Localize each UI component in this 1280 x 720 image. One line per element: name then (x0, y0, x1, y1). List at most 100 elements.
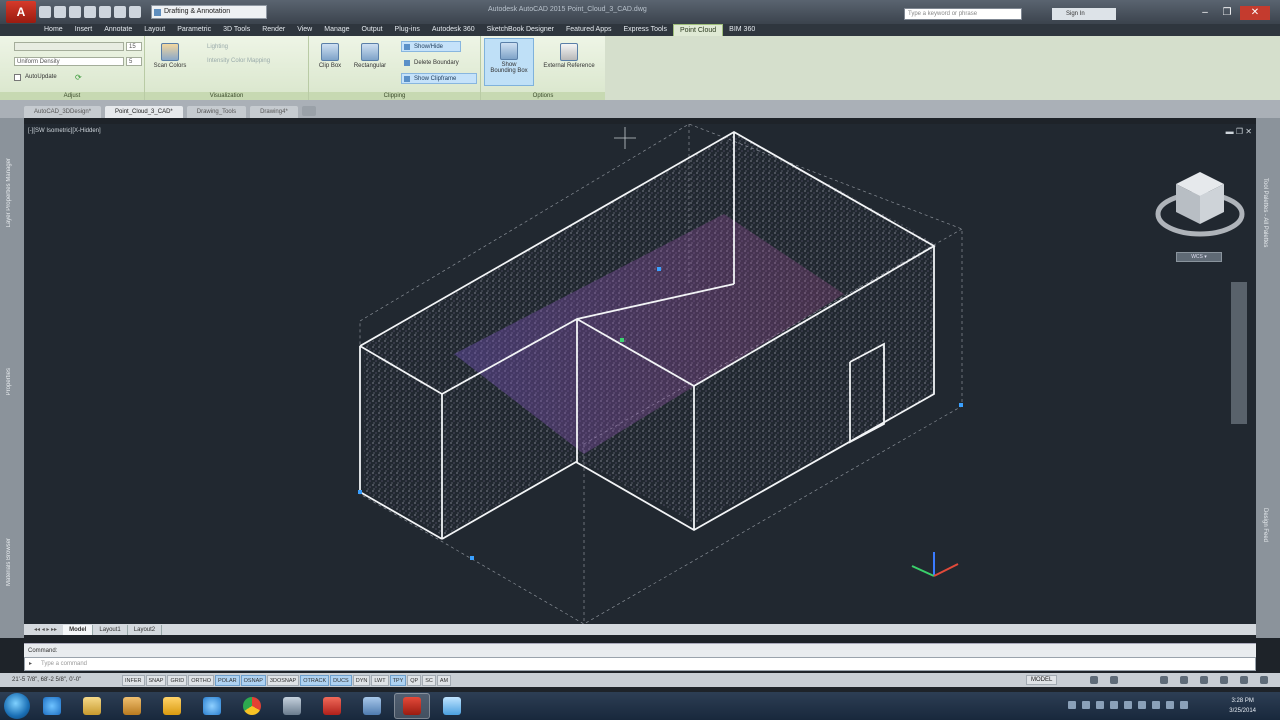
autoupdate-checkbox[interactable] (14, 74, 21, 81)
undo-icon[interactable] (114, 6, 126, 18)
file-tab[interactable]: Point_Cloud_3_CAD* (105, 106, 183, 118)
density-value[interactable]: 15 (126, 42, 142, 51)
command-input[interactable]: Type a command (24, 657, 1256, 671)
ribbon-tab-render[interactable]: Render (256, 24, 291, 36)
wcs-menu-button[interactable]: WCS ▾ (1176, 252, 1222, 262)
viewcube-icon[interactable] (1155, 172, 1245, 237)
ribbon-tab-sketchbook-designer[interactable]: SketchBook Designer (481, 24, 560, 36)
taskbar-clock[interactable]: 3:28 PM 3/25/2014 (1229, 696, 1256, 716)
status-toggle-snap[interactable]: SNAP (145, 674, 167, 686)
ribbon-tab-annotate[interactable]: Annotate (98, 24, 138, 36)
maximize-icon[interactable]: ❐ (1218, 6, 1236, 20)
tray-icon[interactable] (1082, 701, 1090, 709)
plot-icon[interactable] (99, 6, 111, 18)
customization-icon[interactable] (1260, 676, 1268, 684)
tray-icon[interactable] (1152, 701, 1160, 709)
status-toggle-am[interactable]: AM (436, 674, 452, 686)
status-toggle-grid[interactable]: GRID (167, 674, 188, 686)
lighting-button[interactable]: Lighting (207, 44, 228, 50)
isolate-objects-icon[interactable] (1220, 676, 1228, 684)
new-file-icon[interactable] (39, 6, 51, 18)
network-icon[interactable] (1166, 701, 1174, 709)
refresh-icon[interactable]: ⟳ (75, 73, 82, 82)
tray-icon[interactable] (1138, 701, 1146, 709)
status-toggle-dyn[interactable]: DYN (352, 674, 371, 686)
ribbon-tab-insert[interactable]: Insert (69, 24, 99, 36)
uniform-density-value[interactable]: 5 (126, 57, 142, 66)
show-hide-button[interactable]: Show/Hide (401, 41, 461, 52)
ribbon-tab-bim-360[interactable]: BIM 360 (723, 24, 761, 36)
ribbon-tab-home[interactable]: Home (38, 24, 69, 36)
volume-icon[interactable] (1180, 701, 1188, 709)
file-explorer-icon[interactable] (74, 693, 110, 719)
grip-point[interactable] (620, 338, 624, 342)
intensity-color-mapping-button[interactable]: Intensity Color Mapping (207, 58, 270, 64)
network-app-icon[interactable] (274, 693, 310, 719)
ribbon-tab-output[interactable]: Output (356, 24, 389, 36)
save-icon[interactable] (69, 6, 81, 18)
lock-ui-icon[interactable] (1180, 676, 1188, 684)
minimize-icon[interactable]: – (1196, 6, 1214, 20)
remote-desktop-icon[interactable] (354, 693, 390, 719)
ribbon-tab-express-tools[interactable]: Express Tools (618, 24, 673, 36)
close-icon[interactable]: ✕ (1240, 6, 1270, 20)
status-toggle-osnap[interactable]: OSNAP (240, 674, 266, 686)
layout-nav-arrows[interactable]: ◂◂ ◂ ▸ ▸▸ (28, 625, 63, 635)
new-tab-icon[interactable] (301, 106, 316, 116)
file-tab[interactable]: Drawing_Tools (186, 106, 247, 118)
open-file-icon[interactable] (54, 6, 66, 18)
grip-point[interactable] (959, 403, 963, 407)
grip-point[interactable] (470, 556, 474, 560)
viewport-controls-label[interactable]: [-][SW Isometric][X-Hidden] (28, 128, 101, 134)
status-toggle-lwt[interactable]: LWT (371, 674, 389, 686)
tray-icon[interactable] (1110, 701, 1118, 709)
status-toggle-ducs[interactable]: DUCS (330, 674, 352, 686)
density-slider[interactable] (14, 42, 124, 51)
show-clipframe-button[interactable]: Show Clipframe (401, 73, 477, 84)
ribbon-tab-autodesk-360[interactable]: Autodesk 360 (426, 24, 481, 36)
status-toggle-tpy[interactable]: TPY (389, 674, 407, 686)
layer-properties-manager-tab[interactable]: Layer Properties Manager (6, 158, 12, 227)
autocad-taskbar-icon[interactable] (394, 693, 430, 719)
snipping-tool-icon[interactable] (434, 693, 470, 719)
file-tab[interactable]: Drawing4* (250, 106, 298, 118)
help-search-input[interactable]: Type a keyword or phrase (904, 8, 1022, 20)
start-button-icon[interactable] (4, 693, 30, 719)
scan-colors-button[interactable]: Scan Colors (149, 40, 191, 84)
clip-box-button[interactable]: Clip Box (309, 40, 351, 84)
show-bounding-box-button[interactable]: Show Bounding Box (484, 38, 534, 86)
layout-tab-layout2[interactable]: Layout2 (128, 624, 163, 635)
internet-explorer-2-icon[interactable] (194, 693, 230, 719)
ribbon-tab-manage[interactable]: Manage (318, 24, 355, 36)
uniform-density-field[interactable]: Uniform Density (14, 57, 124, 66)
grip-point[interactable] (657, 267, 661, 271)
sign-in-button[interactable]: Sign In (1052, 8, 1116, 20)
outlook-icon[interactable] (154, 693, 190, 719)
tray-icon[interactable] (1068, 701, 1076, 709)
status-toggle-polar[interactable]: POLAR (215, 674, 240, 686)
tray-icon[interactable] (1124, 701, 1132, 709)
rectangular-button[interactable]: Rectangular (349, 40, 391, 84)
save-as-icon[interactable] (84, 6, 96, 18)
navigation-bar[interactable] (1231, 282, 1247, 424)
viewport-window-controls[interactable]: ▬ ❐ ✕ (1226, 127, 1252, 136)
properties-palette-tab[interactable]: Properties (6, 368, 12, 395)
status-toggle-3dosnap[interactable]: 3DOSNAP (266, 674, 300, 686)
clean-screen-icon[interactable] (1240, 676, 1248, 684)
ribbon-tab-parametric[interactable]: Parametric (171, 24, 217, 36)
workspace-selector[interactable]: Drafting & Annotation (151, 5, 267, 19)
ribbon-tab-featured-apps[interactable]: Featured Apps (560, 24, 618, 36)
ribbon-tab-point-cloud[interactable]: Point Cloud (672, 24, 724, 36)
annotation-scale-icon[interactable] (1090, 676, 1098, 684)
status-toggle-ortho[interactable]: ORTHO (188, 674, 214, 686)
design-feed-tab[interactable]: Design Feed (1262, 508, 1268, 542)
status-toggle-sc[interactable]: SC (422, 674, 436, 686)
redo-icon[interactable] (129, 6, 141, 18)
annotation-visibility-icon[interactable] (1110, 676, 1118, 684)
layout-tab-model[interactable]: Model (63, 624, 94, 635)
application-menu-button[interactable]: A (6, 1, 36, 23)
status-toggle-qp[interactable]: QP (407, 674, 422, 686)
workspace-switching-icon[interactable] (1160, 676, 1168, 684)
right-palette-strip[interactable]: Tool Palettes - All Palettes Design Feed (1256, 118, 1280, 638)
media-player-icon[interactable] (114, 693, 150, 719)
